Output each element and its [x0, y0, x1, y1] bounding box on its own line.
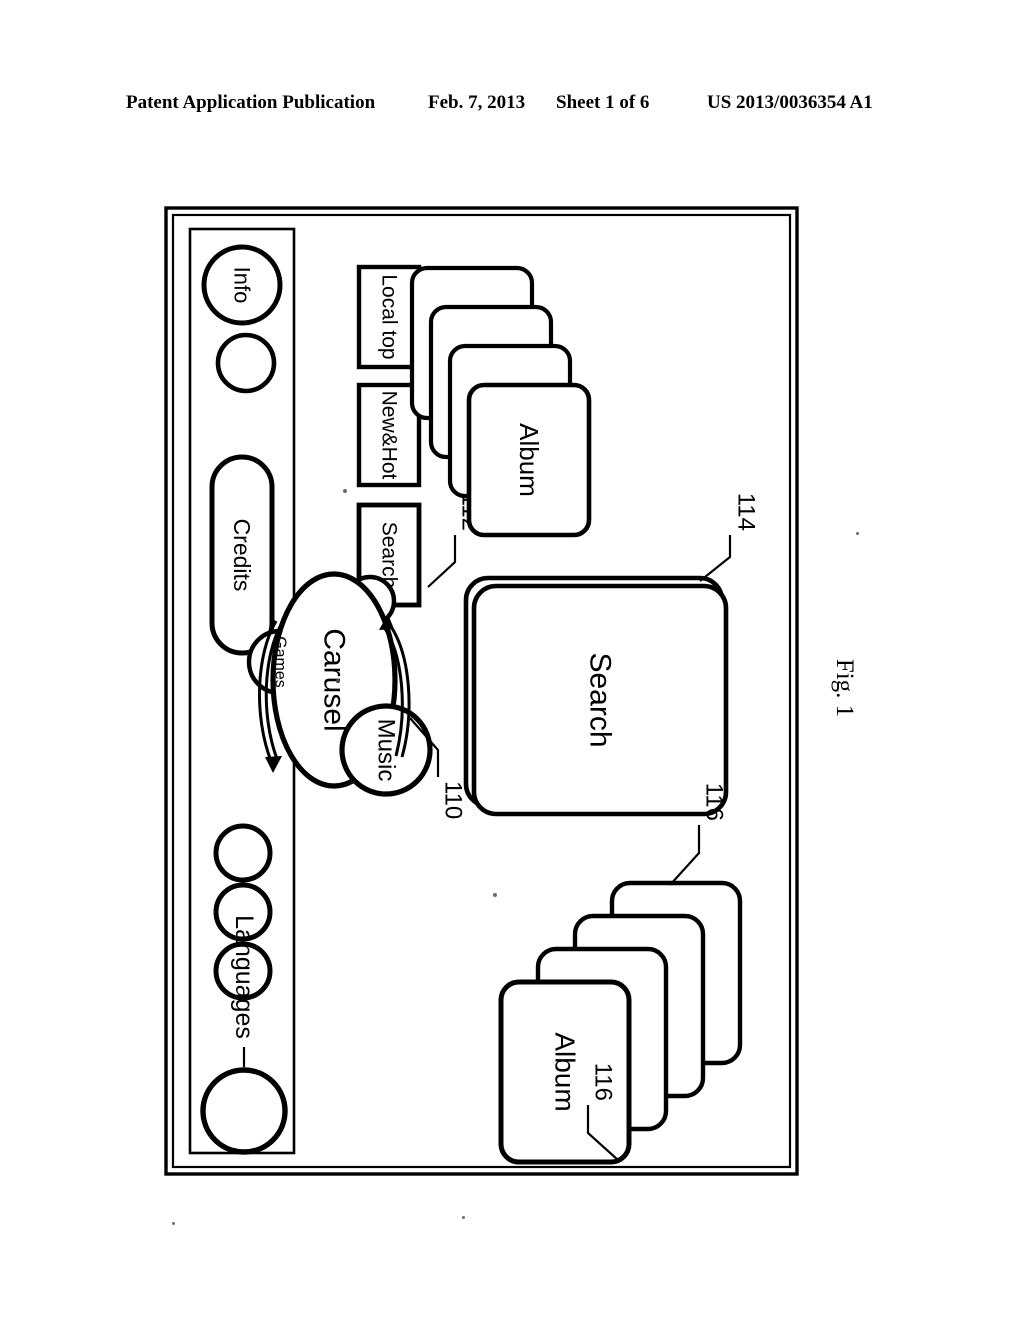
reference-numeral-110-label: 110	[440, 781, 467, 819]
header-document-number: US 2013/0036354 A1	[707, 92, 873, 113]
sidebar-item-credits[interactable]: Credits	[209, 454, 275, 656]
header-date-label: Feb. 7, 2013	[428, 92, 526, 113]
scan-speck	[335, 678, 341, 684]
reference-numeral-114-label: 114	[733, 493, 760, 531]
figure-caption: Fig. 1	[784, 628, 904, 748]
reference-numeral-116-b-label: 116	[590, 1063, 617, 1101]
scan-speck	[493, 893, 497, 897]
album-stack-upper-label: Album	[550, 1032, 581, 1111]
figure-1-drawing: Info Credits Languages Local top New&Hot…	[163, 205, 800, 1177]
page-speck	[462, 1216, 465, 1219]
carousel-node-music-label: Music	[373, 719, 400, 782]
figure-rotation-wrapper: Info Credits Languages Local top New&Hot…	[163, 205, 800, 1177]
header-sheet-label: Sheet 1 of 6	[556, 92, 650, 113]
sidebar-extra-slot[interactable]	[215, 332, 277, 394]
carousel-label: Carusel	[318, 628, 351, 731]
patent-sheet-header: Patent Application Publication Feb. 7, 2…	[0, 86, 1024, 120]
scan-speck	[343, 489, 347, 493]
sidebar-info-label: Info	[230, 267, 255, 304]
figure-caption-label: Fig. 1	[831, 658, 858, 718]
sidebar-item-info[interactable]: Info	[201, 244, 283, 326]
carousel-node-games-label: Games	[272, 636, 289, 688]
header-publication-label: Patent Application Publication	[126, 92, 376, 113]
page-speck	[172, 1222, 175, 1225]
menu-button-new-and-hot-label: New&Hot	[378, 391, 401, 480]
sidebar-languages-label: Languages	[230, 915, 258, 1039]
album-stack-lower-label: Album	[514, 423, 544, 497]
menu-button-local-top-label: Local top	[378, 274, 401, 359]
search-panel-label: Search	[584, 652, 617, 747]
page-speck	[856, 532, 859, 535]
reference-numeral-116-a-label: 116	[701, 783, 728, 821]
sidebar-language-slot-3[interactable]	[213, 823, 273, 883]
sidebar-credits-label: Credits	[229, 519, 255, 592]
search-panel[interactable]: Search	[463, 575, 729, 817]
